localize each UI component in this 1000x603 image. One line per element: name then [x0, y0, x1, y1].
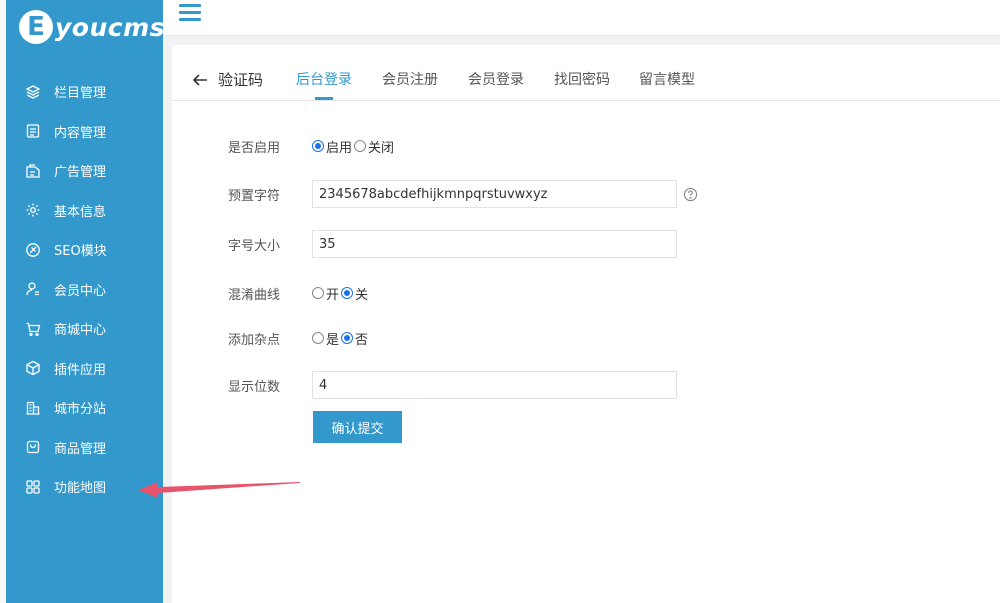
- sidebar-item-label: 内容管理: [54, 125, 107, 141]
- logo-text: youcms: [55, 12, 166, 42]
- arrow-left-icon: [192, 73, 207, 86]
- cart-icon: [26, 322, 41, 336]
- tab-bar: 验证码 后台登录 会员注册 会员登录 找回密码 留言模型: [172, 45, 1000, 101]
- bag-icon: [26, 441, 40, 454]
- sidebar-item-city[interactable]: 城市分站: [6, 388, 163, 428]
- back-button[interactable]: 验证码: [192, 69, 263, 90]
- curve-off-label[interactable]: 关: [355, 284, 368, 303]
- charset-input[interactable]: [312, 180, 677, 208]
- form-row-charset: 预置字符: [172, 179, 1000, 209]
- sidebar-item-seo[interactable]: SEO模块: [6, 230, 163, 270]
- sidebar-item-label: 商城中心: [54, 323, 107, 339]
- sidebar-item-feature-map[interactable]: 功能地图: [6, 467, 163, 507]
- user-icon: [26, 282, 39, 296]
- sidebar-item-basic-info[interactable]: 基本信息: [6, 191, 163, 231]
- charset-label: 预置字符: [228, 188, 281, 204]
- curve-radio-group: 开 关: [312, 284, 370, 303]
- tab-member-register[interactable]: 会员注册: [382, 69, 438, 89]
- tab-member-login[interactable]: 会员登录: [468, 69, 524, 89]
- tab-message-model[interactable]: 留言模型: [639, 69, 695, 89]
- sidebar-item-goods[interactable]: 商品管理: [6, 428, 163, 468]
- enable-off-label[interactable]: 关闭: [368, 137, 394, 156]
- curve-off-radio[interactable]: [341, 287, 354, 299]
- sidebar-item-label: SEO模块: [54, 244, 107, 260]
- seo-icon: [26, 242, 40, 257]
- sidebar-item-column[interactable]: 栏目管理: [6, 72, 163, 112]
- noise-yes-label[interactable]: 是: [326, 329, 339, 348]
- font-size-label: 字号大小: [228, 238, 281, 254]
- sidebar-item-member[interactable]: 会员中心: [6, 270, 163, 310]
- noise-yes-radio[interactable]: [312, 332, 324, 344]
- enable-radio-group: 启用 关闭: [312, 137, 396, 156]
- sidebar-item-plugins[interactable]: 插件应用: [6, 349, 163, 389]
- menu-toggle-icon[interactable]: [179, 4, 201, 22]
- enable-on-label[interactable]: 启用: [326, 137, 352, 156]
- sidebar-item-label: 插件应用: [54, 362, 107, 378]
- sidebar-item-label: 基本信息: [54, 204, 107, 220]
- document-icon: [26, 124, 40, 138]
- noise-no-label[interactable]: 否: [355, 329, 368, 348]
- enable-on-radio[interactable]: [312, 140, 324, 152]
- form-row-length: 显示位数: [172, 370, 1000, 400]
- sidebar-item-label: 功能地图: [54, 481, 107, 497]
- submit-button[interactable]: 确认提交: [313, 411, 402, 443]
- enable-label: 是否启用: [228, 140, 281, 156]
- top-bar: [163, 0, 1000, 36]
- sidebar-item-label: 商品管理: [54, 441, 107, 457]
- grid-icon: [26, 480, 40, 494]
- main-panel: 验证码 后台登录 会员注册 会员登录 找回密码 留言模型 是否启用 启用 关闭 …: [172, 45, 1000, 603]
- sidebar-item-label: 广告管理: [54, 165, 107, 181]
- logo[interactable]: E youcms: [19, 8, 165, 46]
- curve-label: 混淆曲线: [228, 287, 281, 303]
- curve-on-label[interactable]: 开: [326, 284, 339, 303]
- sidebar-item-content[interactable]: 内容管理: [6, 112, 163, 152]
- building-icon: [26, 401, 40, 415]
- sidebar-item-label: 会员中心: [54, 283, 107, 299]
- noise-label: 添加杂点: [228, 332, 281, 348]
- layers-icon: [25, 85, 41, 99]
- sidebar-item-label: 城市分站: [54, 402, 107, 418]
- noise-radio-group: 是 否: [312, 329, 370, 348]
- tab-admin-login[interactable]: 后台登录: [296, 69, 352, 100]
- help-icon[interactable]: [683, 187, 698, 202]
- length-input[interactable]: [312, 371, 677, 399]
- cube-icon: [26, 361, 40, 376]
- form-row-font-size: 字号大小: [172, 229, 1000, 259]
- back-label: 验证码: [218, 71, 264, 89]
- sidebar: E youcms 栏目管理 内容管理 广告管理 基本信息 SEO模块 会员中心: [6, 0, 165, 603]
- length-label: 显示位数: [228, 379, 281, 395]
- form-row-curve: 混淆曲线 开 关: [172, 278, 1000, 308]
- form-row-enable: 是否启用 启用 关闭: [172, 131, 1000, 161]
- logo-mark: E: [19, 10, 53, 44]
- enable-off-radio[interactable]: [354, 140, 367, 152]
- sidebar-item-label: 栏目管理: [54, 86, 107, 102]
- sidebar-nav: 栏目管理 内容管理 广告管理 基本信息 SEO模块 会员中心 商城中心 插件应用…: [6, 72, 163, 507]
- form-row-noise: 添加杂点 是 否: [172, 323, 1000, 353]
- sidebar-item-ads[interactable]: 广告管理: [6, 151, 163, 191]
- gear-icon: [26, 203, 40, 217]
- ad-icon: [26, 164, 40, 178]
- font-size-input[interactable]: [312, 230, 677, 258]
- sidebar-item-shop[interactable]: 商城中心: [6, 309, 163, 349]
- noise-no-radio[interactable]: [341, 332, 354, 344]
- tab-find-password[interactable]: 找回密码: [554, 69, 610, 89]
- curve-on-radio[interactable]: [312, 287, 324, 299]
